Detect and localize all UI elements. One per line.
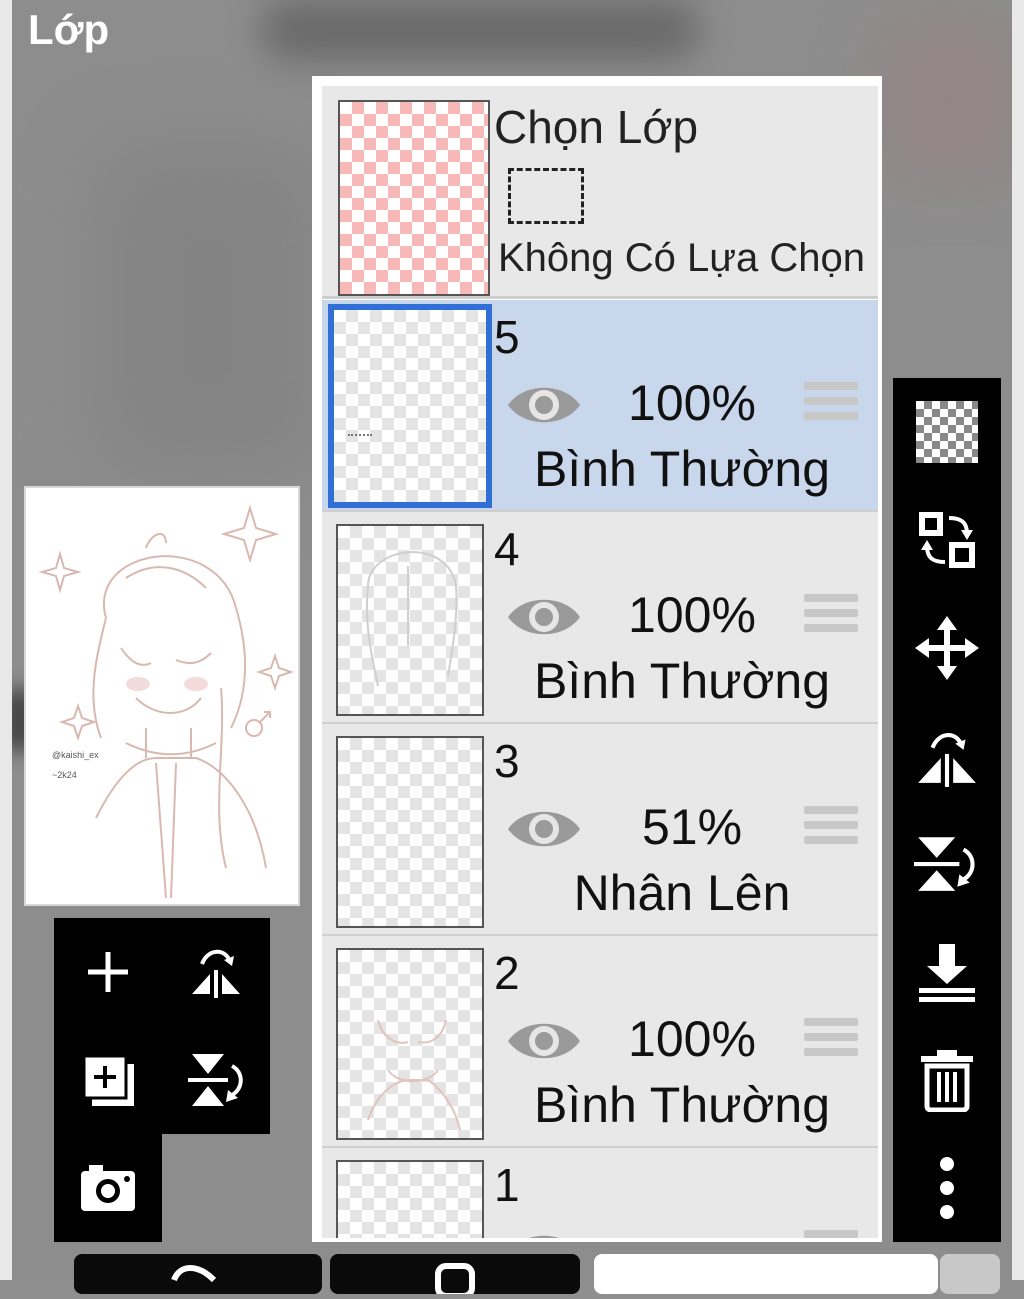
transparency-button[interactable] [893, 378, 1001, 486]
layer-blend-mode[interactable]: Nhân Lên [512, 864, 852, 922]
svg-text:@kaishi_ex: @kaishi_ex [52, 750, 99, 760]
flip-vertical-button[interactable] [162, 1026, 270, 1134]
move-button[interactable] [893, 594, 1001, 702]
drag-handle-icon[interactable] [804, 806, 858, 850]
camera-icon [81, 1165, 135, 1211]
layer-number: 4 [494, 523, 520, 575]
swap-layer-button[interactable] [893, 486, 1001, 594]
drag-handle-icon[interactable] [804, 1018, 858, 1062]
layer-thumbnail [336, 1160, 484, 1238]
drag-handle-icon[interactable] [804, 594, 858, 638]
layer-number: 2 [494, 947, 520, 999]
layer-blend-mode[interactable]: Bình Thường [512, 1076, 852, 1134]
flip-vertical-icon [914, 837, 975, 891]
delete-layer-button[interactable] [893, 1026, 1001, 1134]
layer-thumbnail [336, 736, 484, 928]
flip-vertical-icon [188, 1054, 243, 1106]
layer-list-panel[interactable]: Chọn Lớp Không Có Lựa Chọn 5 100% Bình T… [312, 76, 882, 1242]
drag-handle-icon[interactable] [804, 382, 858, 426]
eye-icon[interactable] [506, 592, 582, 642]
flip-horizontal-button[interactable] [162, 918, 270, 1026]
layer-row[interactable]: 1 [322, 1148, 878, 1242]
layer-row[interactable]: 2 100% Bình Thường [322, 936, 878, 1149]
bottom-slider-track[interactable] [594, 1254, 938, 1294]
eye-icon[interactable] [506, 380, 582, 430]
flip-horizontal-icon [918, 733, 976, 787]
artwork-thumbnail: @kaishi_ex ~2k24 [38, 504, 295, 899]
layer-number: 1 [494, 1159, 520, 1211]
move-icon [915, 616, 979, 680]
merge-down-button[interactable] [893, 918, 1001, 1026]
eye-icon[interactable] [506, 1016, 582, 1066]
selection-status: Không Có Lựa Chọn [498, 236, 866, 280]
drag-handle-icon[interactable] [804, 1230, 858, 1238]
layer-opacity[interactable]: 100% [592, 1010, 792, 1068]
layer-thumbnail [336, 948, 484, 1140]
swap-layer-icon [919, 512, 975, 568]
bottom-button-back[interactable] [74, 1254, 322, 1294]
canvas-edge [0, 0, 12, 1280]
eye-icon[interactable] [506, 1228, 582, 1242]
more-options-button[interactable] [893, 1134, 1001, 1242]
canvas-art-blur [880, 20, 1020, 180]
trash-icon [921, 1050, 973, 1112]
camera-toolbar [54, 1134, 162, 1242]
bottom-button-layer[interactable] [330, 1254, 580, 1299]
layer-opacity[interactable]: 51% [592, 798, 792, 856]
layer-blend-mode[interactable]: Bình Thường [512, 440, 852, 498]
canvas-art-blur [100, 150, 320, 470]
selection-layer-thumbnail [338, 100, 490, 296]
layer-number: 5 [494, 311, 520, 363]
canvas-preview[interactable]: @kaishi_ex ~2k24 [24, 486, 300, 906]
layer-thumbnail [336, 524, 484, 716]
flip-vertical-button[interactable] [893, 810, 1001, 918]
selection-layer-row[interactable]: Chọn Lớp Không Có Lựa Chọn [322, 86, 878, 299]
layer-actions-toolbar [54, 918, 270, 1134]
selection-layer-title: Chọn Lớp [494, 101, 699, 153]
flip-horizontal-icon [192, 949, 240, 998]
panel-title: Lớp [28, 6, 110, 53]
layer-opacity[interactable]: 100% [592, 586, 792, 644]
layer-number: 3 [494, 735, 520, 787]
import-photo-button[interactable] [54, 1134, 162, 1242]
layer-blend-mode[interactable]: Bình Thường [512, 652, 852, 710]
flip-horizontal-button[interactable] [893, 702, 1001, 810]
layer-row[interactable]: 3 51% Nhân Lên [322, 724, 878, 937]
bottom-slider-end[interactable] [940, 1254, 1000, 1294]
layer-tools-toolbar [893, 378, 1001, 1242]
layer-opacity[interactable]: 100% [592, 374, 792, 432]
more-options-icon [940, 1157, 954, 1219]
add-layer-button[interactable] [54, 918, 162, 1026]
canvas-art-blur [260, 0, 700, 60]
layer-row[interactable]: 5 100% Bình Thường [322, 300, 878, 513]
transparency-icon [916, 401, 978, 463]
svg-text:~2k24: ~2k24 [52, 770, 77, 780]
add-layer-icon [88, 952, 128, 992]
duplicate-layer-button[interactable] [54, 1026, 162, 1134]
eye-icon[interactable] [506, 804, 582, 854]
layer-row[interactable]: 4 100% Bình Thường [322, 512, 878, 725]
add-layer-copy-icon [82, 1054, 134, 1106]
merge-down-icon [919, 944, 975, 1002]
selection-marquee-icon [508, 168, 584, 224]
canvas-edge [1012, 0, 1024, 1280]
layer-thumbnail [328, 304, 492, 508]
